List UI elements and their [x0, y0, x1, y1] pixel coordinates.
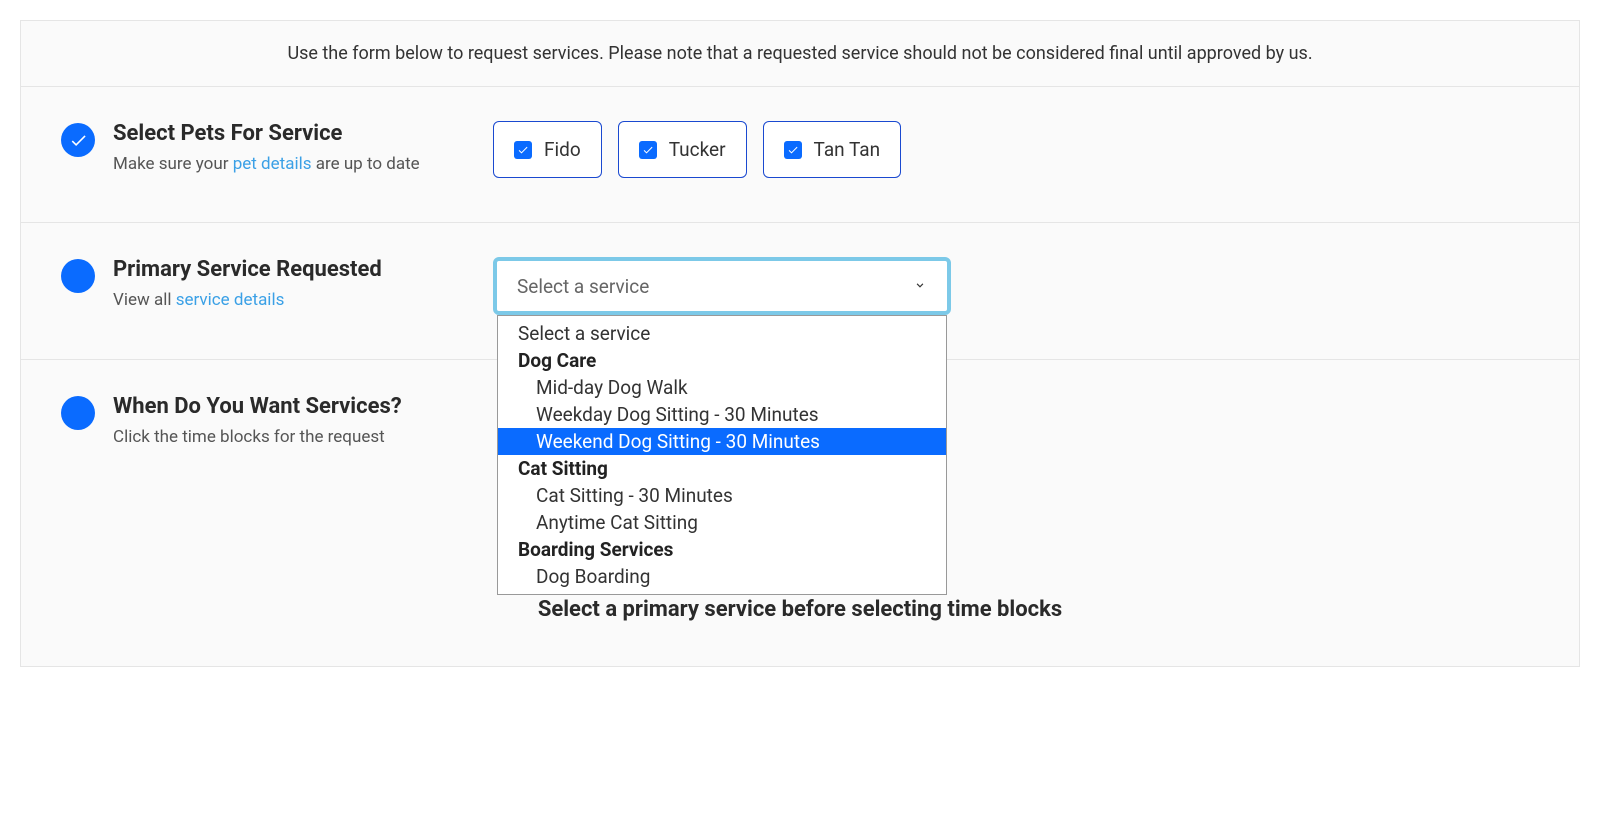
dropdown-option[interactable]: Weekday Dog Sitting - 30 Minutes — [498, 401, 946, 428]
time-blocks-message: Select a primary service before selectin… — [61, 597, 1539, 622]
pets-row: Fido Tucker Tan Tan — [493, 121, 1539, 178]
service-dropdown: Select a service Select a serviceDog Car… — [493, 257, 951, 315]
step3-status-icon — [61, 396, 95, 430]
dropdown-option-placeholder[interactable]: Select a service — [498, 320, 946, 347]
section-select-pets: Select Pets For Service Make sure your p… — [21, 87, 1579, 223]
section-primary-service: Primary Service Requested View all servi… — [21, 223, 1579, 360]
pet-checkbox-tucker[interactable]: Tucker — [618, 121, 747, 178]
service-dropdown-select[interactable]: Select a service — [493, 257, 951, 315]
step2-status-icon — [61, 259, 95, 293]
pet-name-label: Fido — [544, 138, 581, 161]
step1-subtitle: Make sure your pet details are up to dat… — [113, 154, 463, 174]
dropdown-option[interactable]: Weekend Dog Sitting - 30 Minutes — [498, 428, 946, 455]
step1-title: Select Pets For Service — [113, 121, 463, 146]
dropdown-option[interactable]: Cat Sitting - 30 Minutes — [498, 482, 946, 509]
dropdown-optgroup-boarding-services: Boarding Services — [498, 536, 946, 563]
step1-body: Fido Tucker Tan Tan — [493, 121, 1539, 178]
step1-text: Select Pets For Service Make sure your p… — [113, 121, 493, 178]
pet-name-label: Tucker — [669, 138, 726, 161]
intro-text: Use the form below to request services. … — [21, 21, 1579, 87]
service-dropdown-placeholder: Select a service — [517, 275, 649, 298]
step1-subtitle-after: are up to date — [312, 154, 420, 174]
chevron-down-icon — [913, 277, 927, 296]
checkbox-icon — [784, 141, 802, 159]
check-circle-icon — [69, 131, 88, 150]
pet-checkbox-tan-tan[interactable]: Tan Tan — [763, 121, 902, 178]
dropdown-option[interactable]: Mid-day Dog Walk — [498, 374, 946, 401]
step3-text: When Do You Want Services? Click the tim… — [113, 394, 493, 447]
step1-subtitle-before: Make sure your — [113, 154, 233, 174]
dropdown-optgroup-dog-care: Dog Care — [498, 347, 946, 374]
dropdown-option[interactable]: Anytime Cat Sitting — [498, 509, 946, 536]
dropdown-option[interactable]: Dog Boarding — [498, 563, 946, 590]
step2-subtitle-before: View all — [113, 290, 176, 310]
form-container: Use the form below to request services. … — [20, 20, 1580, 667]
step3-title: When Do You Want Services? — [113, 394, 463, 419]
step2-title: Primary Service Requested — [113, 257, 463, 282]
pet-name-label: Tan Tan — [814, 138, 881, 161]
step3-subtitle: Click the time blocks for the request — [113, 427, 463, 447]
step2-text: Primary Service Requested View all servi… — [113, 257, 493, 315]
step2-subtitle: View all service details — [113, 290, 463, 310]
pet-details-link[interactable]: pet details — [233, 154, 312, 174]
checkbox-icon — [639, 141, 657, 159]
step1-status-icon — [61, 123, 95, 157]
checkbox-icon — [514, 141, 532, 159]
service-dropdown-list: Select a serviceDog CareMid-day Dog Walk… — [497, 315, 947, 595]
dropdown-optgroup-cat-sitting: Cat Sitting — [498, 455, 946, 482]
pet-checkbox-fido[interactable]: Fido — [493, 121, 602, 178]
step2-body: Select a service Select a serviceDog Car… — [493, 257, 1539, 315]
service-details-link[interactable]: service details — [176, 290, 285, 310]
